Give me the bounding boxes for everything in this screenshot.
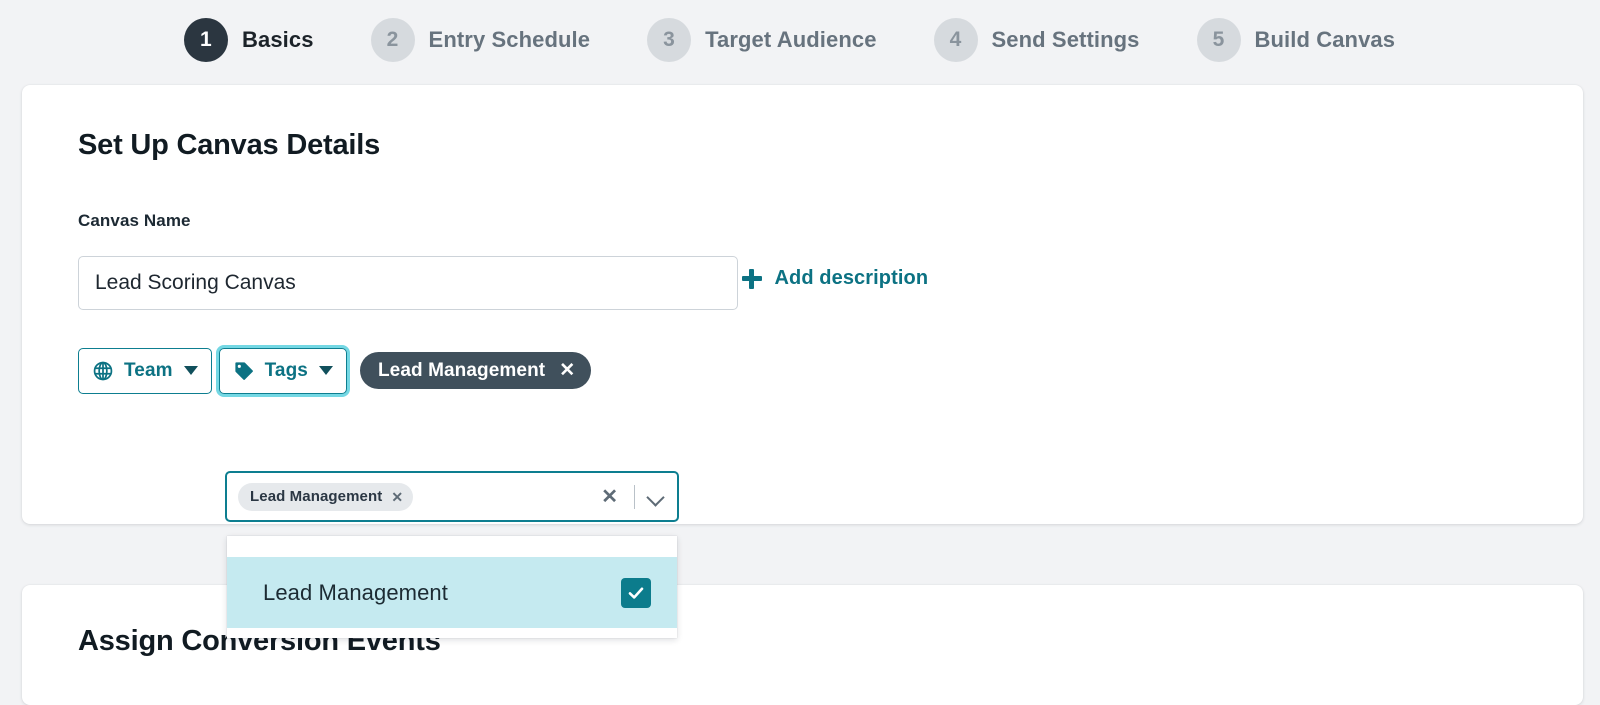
tags-dropdown-button-focus-ring: Tags <box>215 344 350 397</box>
stepper-step-number: 5 <box>1196 18 1241 62</box>
stepper-step-entry-schedule[interactable]: 2 Entry Schedule <box>370 18 591 62</box>
stepper-step-number: 2 <box>370 18 415 62</box>
chevron-down-icon <box>318 366 333 375</box>
team-tags-row: Team Tags Lead Management ✕ <box>78 344 1527 397</box>
chevron-down-icon <box>183 366 198 375</box>
canvas-wizard-stepper: 1 Basics 2 Entry Schedule 3 Target Audie… <box>0 0 1600 80</box>
tag-icon <box>233 360 255 382</box>
globe-icon <box>92 360 114 382</box>
stepper-step-send-settings[interactable]: 4 Send Settings <box>933 18 1140 62</box>
stepper-step-basics[interactable]: 1 Basics <box>184 18 314 62</box>
stepper-step-number: 4 <box>933 18 978 62</box>
chevron-down-icon[interactable] <box>647 488 665 506</box>
clear-all-icon[interactable]: ✕ <box>597 487 622 507</box>
stepper-step-label: Build Canvas <box>1254 27 1396 52</box>
dropdown-option-lead-management[interactable]: Lead Management <box>227 557 677 628</box>
multiselect-divider <box>634 484 635 509</box>
canvas-name-label: Canvas Name <box>78 211 191 230</box>
stepper-step-label: Send Settings <box>991 27 1140 52</box>
remove-chip-icon[interactable]: ✕ <box>391 490 403 504</box>
applied-tag-chip: Lead Management ✕ <box>359 352 592 389</box>
team-dropdown-button[interactable]: Team <box>78 347 212 394</box>
stepper-step-number: 1 <box>184 18 228 62</box>
dropdown-option-checkbox[interactable] <box>621 577 651 608</box>
stepper-step-number: 3 <box>647 18 692 62</box>
add-description-button[interactable]: Add description <box>742 267 928 290</box>
dropdown-option-label: Lead Management <box>263 579 448 605</box>
plus-icon <box>742 268 763 289</box>
multiselect-chip-label: Lead Management <box>250 488 383 505</box>
remove-tag-icon[interactable]: ✕ <box>559 361 575 380</box>
canvas-name-input[interactable] <box>78 255 738 310</box>
set-up-canvas-details-card: Set Up Canvas Details Canvas Name Add de… <box>22 85 1583 524</box>
tags-dropdown-button[interactable]: Tags <box>218 347 347 394</box>
stepper-step-label: Basics <box>242 27 314 52</box>
team-button-label: Team <box>124 359 173 381</box>
page-title: Set Up Canvas Details <box>78 129 381 161</box>
applied-tag-label: Lead Management <box>377 359 546 381</box>
stepper-step-build-canvas[interactable]: 5 Build Canvas <box>1196 18 1396 62</box>
tags-multiselect-input[interactable]: Lead Management ✕ ✕ <box>225 471 679 522</box>
multiselect-selected-chip: Lead Management ✕ <box>238 482 414 511</box>
stepper-step-label: Target Audience <box>705 27 877 52</box>
add-description-label: Add description <box>774 267 929 289</box>
stepper-step-label: Entry Schedule <box>428 27 591 52</box>
stepper-step-target-audience[interactable]: 3 Target Audience <box>647 18 876 62</box>
tags-dropdown-panel: Lead Management <box>227 536 677 638</box>
